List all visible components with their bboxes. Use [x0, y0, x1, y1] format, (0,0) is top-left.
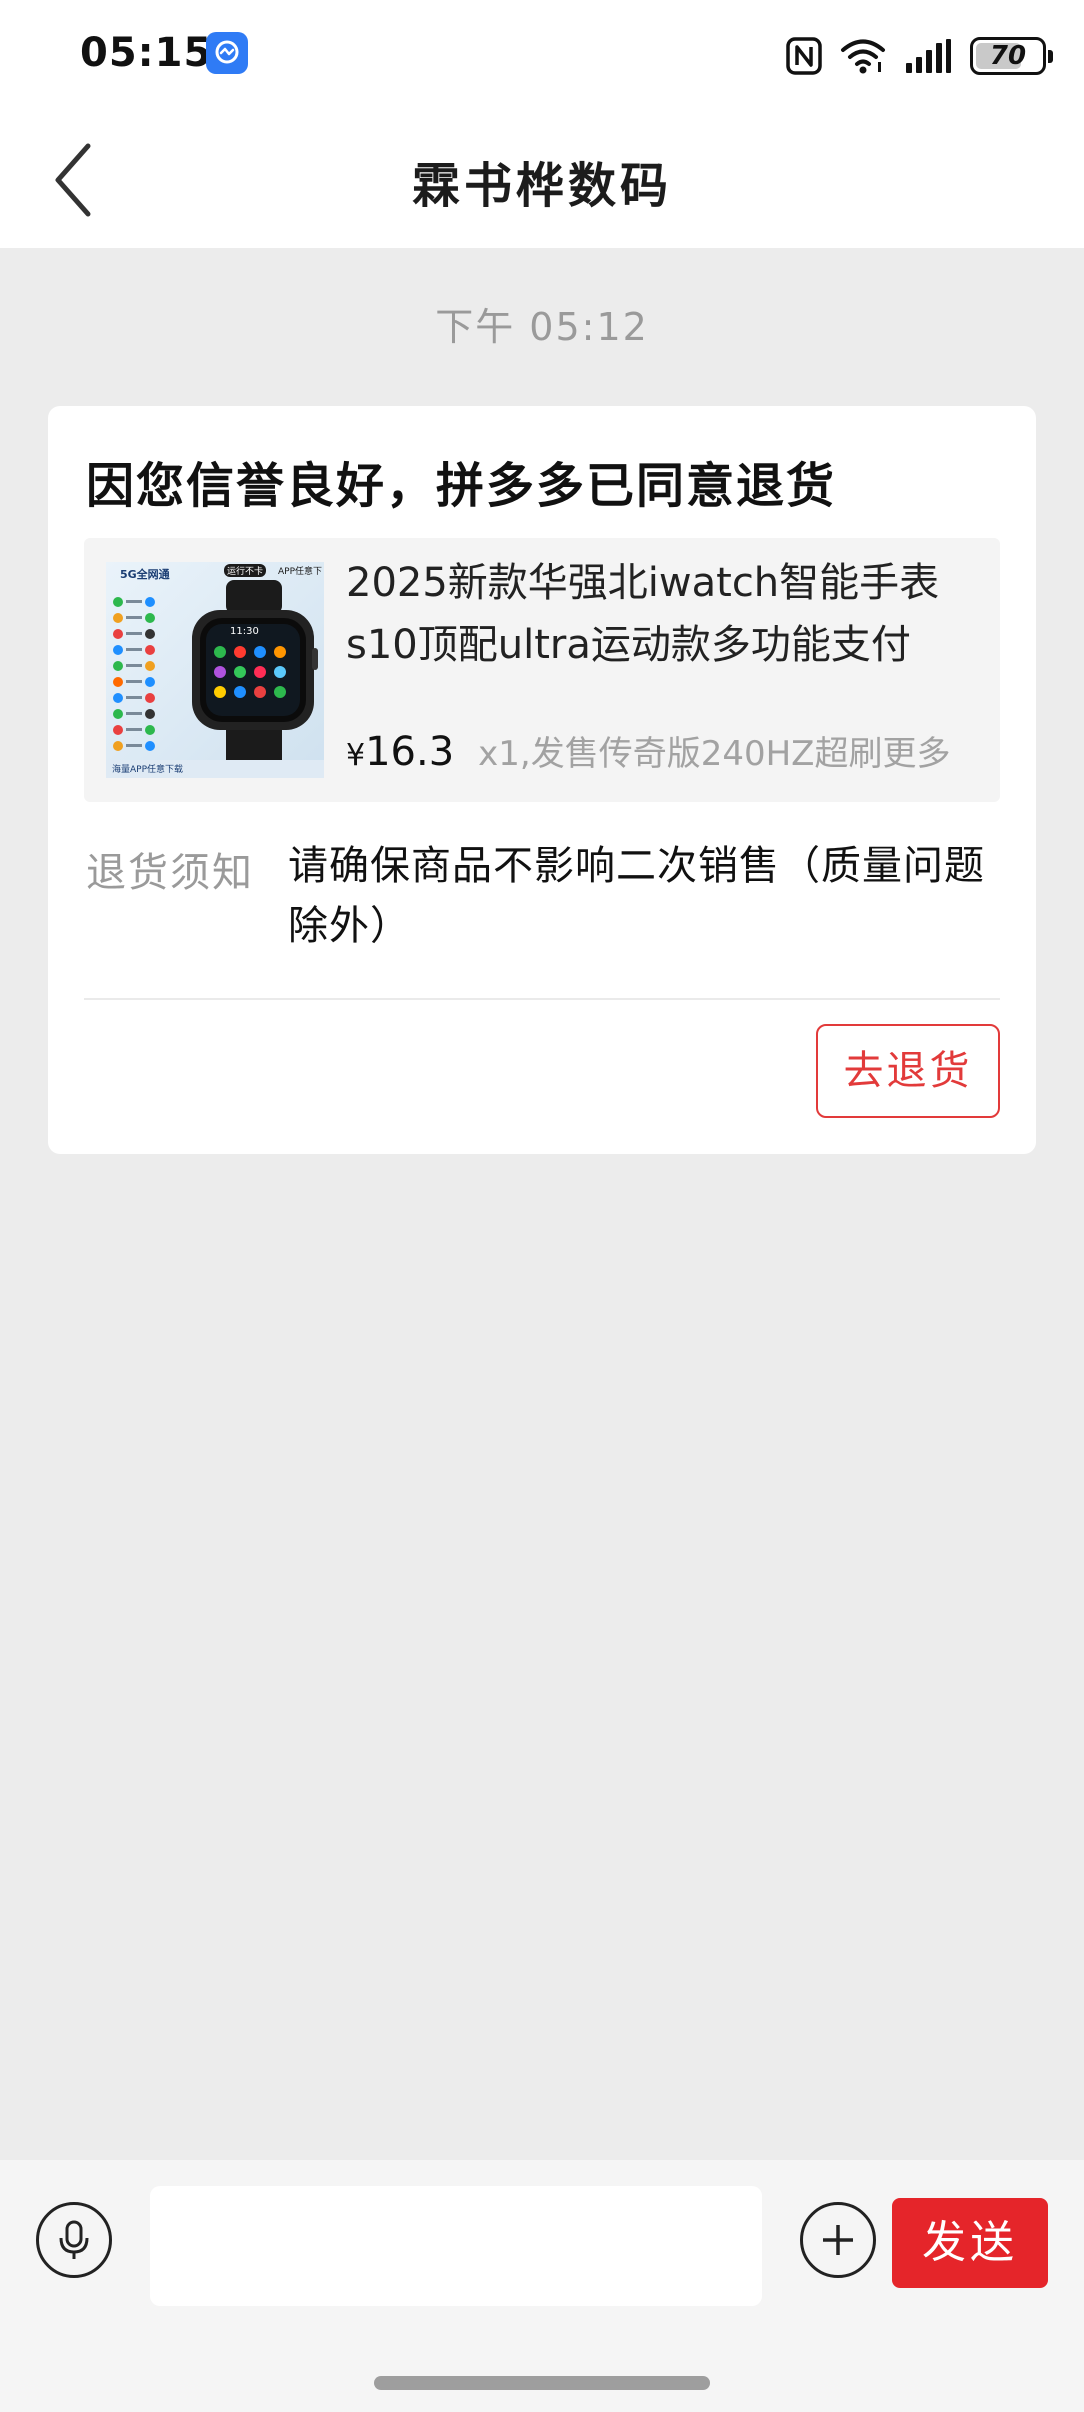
card-title: 因您信誉良好，拼多多已同意退货: [86, 458, 837, 514]
product-name: 2025新款华强北iwatch智能手表s10顶配ultra运动款多功能支付: [346, 560, 940, 668]
product-image: 5G全网通 运行不卡 APP任意下 11:30 海量APP任意下载: [106, 562, 324, 778]
send-button[interactable]: 发送: [892, 2198, 1048, 2288]
product-image-tag-2: APP任意下: [278, 567, 323, 577]
status-time: 05:15: [80, 30, 213, 76]
message-timestamp: 下午 05:12: [435, 305, 649, 349]
plus-icon: [823, 2225, 853, 2255]
status-icons: 70: [786, 34, 1053, 78]
product-image-tag: 运行不卡: [224, 564, 267, 577]
product-image-footer: 海量APP任意下载: [112, 765, 184, 775]
notice-text: 请确保商品不影响二次销售（质量问题除外）: [288, 843, 985, 949]
product-image-badge: 5G全网通: [120, 568, 170, 581]
page-title: 霖书桦数码: [411, 158, 672, 214]
home-indicator[interactable]: [374, 2376, 710, 2390]
battery-level: 70: [989, 41, 1027, 71]
header: 霖书桦数码: [0, 110, 1084, 248]
divider: [84, 998, 1000, 1000]
more-options-button[interactable]: [800, 2202, 876, 2278]
wifi-icon: [841, 39, 885, 74]
message-input[interactable]: [150, 2186, 762, 2306]
messenger-app-icon: [206, 32, 248, 74]
return-approval-card: 因您信誉良好，拼多多已同意退货 5G全网通 运行不卡 APP任意下 11:30 …: [48, 406, 1036, 1154]
message-composer: 发送: [0, 2160, 1084, 2412]
product-item[interactable]: 5G全网通 运行不卡 APP任意下 11:30 海量APP任意下载 2025新款…: [84, 538, 1000, 802]
battery-icon: 70: [970, 37, 1053, 75]
return-button[interactable]: 去退货: [816, 1024, 1000, 1118]
price-row: ¥16.3 x1,发售传奇版240HZ超刷更多: [346, 726, 996, 775]
status-bar: 05:15 70: [0, 0, 1084, 110]
currency-symbol: ¥: [346, 738, 366, 773]
microphone-icon: [59, 2220, 89, 2259]
voice-button[interactable]: [36, 2202, 112, 2278]
nfc-icon: [786, 37, 822, 75]
price-value: 16.3: [365, 729, 455, 775]
product-image-watch-time: 11:30: [230, 626, 259, 637]
product-spec: x1,发售传奇版240HZ超刷更多: [478, 734, 951, 774]
notice-label: 退货须知: [86, 850, 254, 896]
signal-icon: [906, 39, 951, 73]
product-price: ¥16.3: [346, 729, 454, 775]
